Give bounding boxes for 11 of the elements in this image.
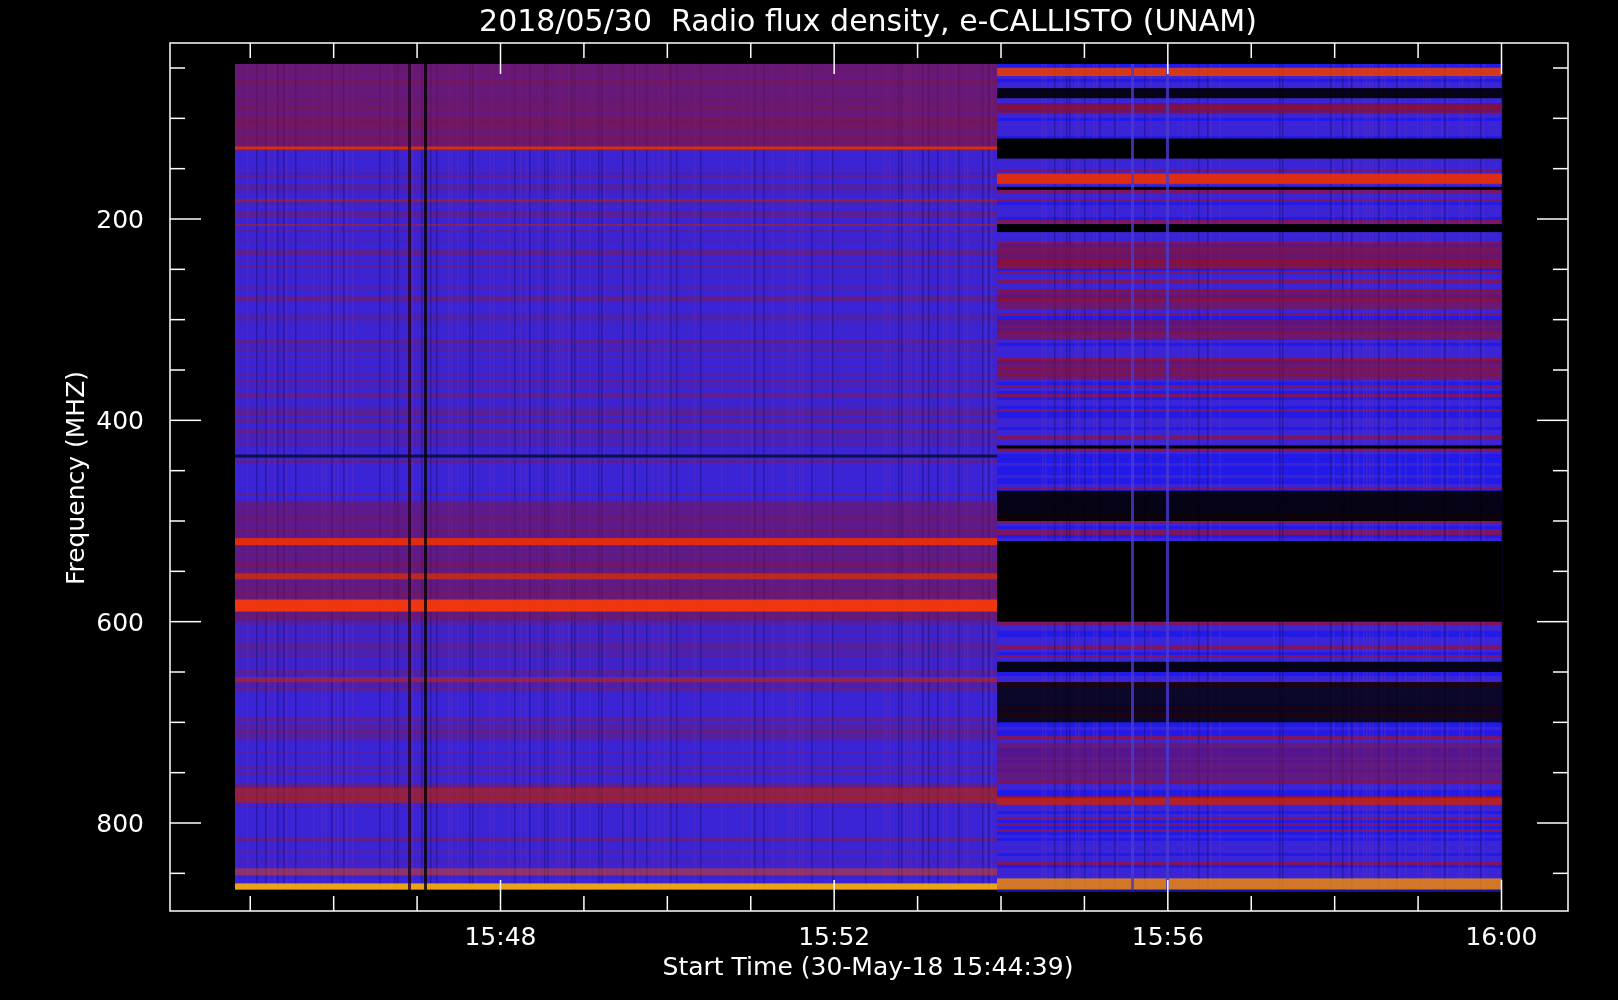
tick-label: 600 xyxy=(96,607,144,637)
axis-label: Start Time (30-May-18 15:44:39) xyxy=(662,952,1074,981)
tick-label: 15:52 xyxy=(798,922,871,951)
axis-label: Frequency (MHZ) xyxy=(61,370,90,586)
tick-label: 15:48 xyxy=(464,922,537,951)
tick-label: 800 xyxy=(96,809,144,838)
tick-label: 400 xyxy=(96,406,144,436)
tick-label: 16:00 xyxy=(1465,922,1538,951)
chart-title: 2018/05/30 Radio flux density, e-CALLISTO (UNAM) xyxy=(479,3,1257,38)
tick-label: 15:56 xyxy=(1131,922,1204,951)
tick-label: 200 xyxy=(96,205,144,234)
